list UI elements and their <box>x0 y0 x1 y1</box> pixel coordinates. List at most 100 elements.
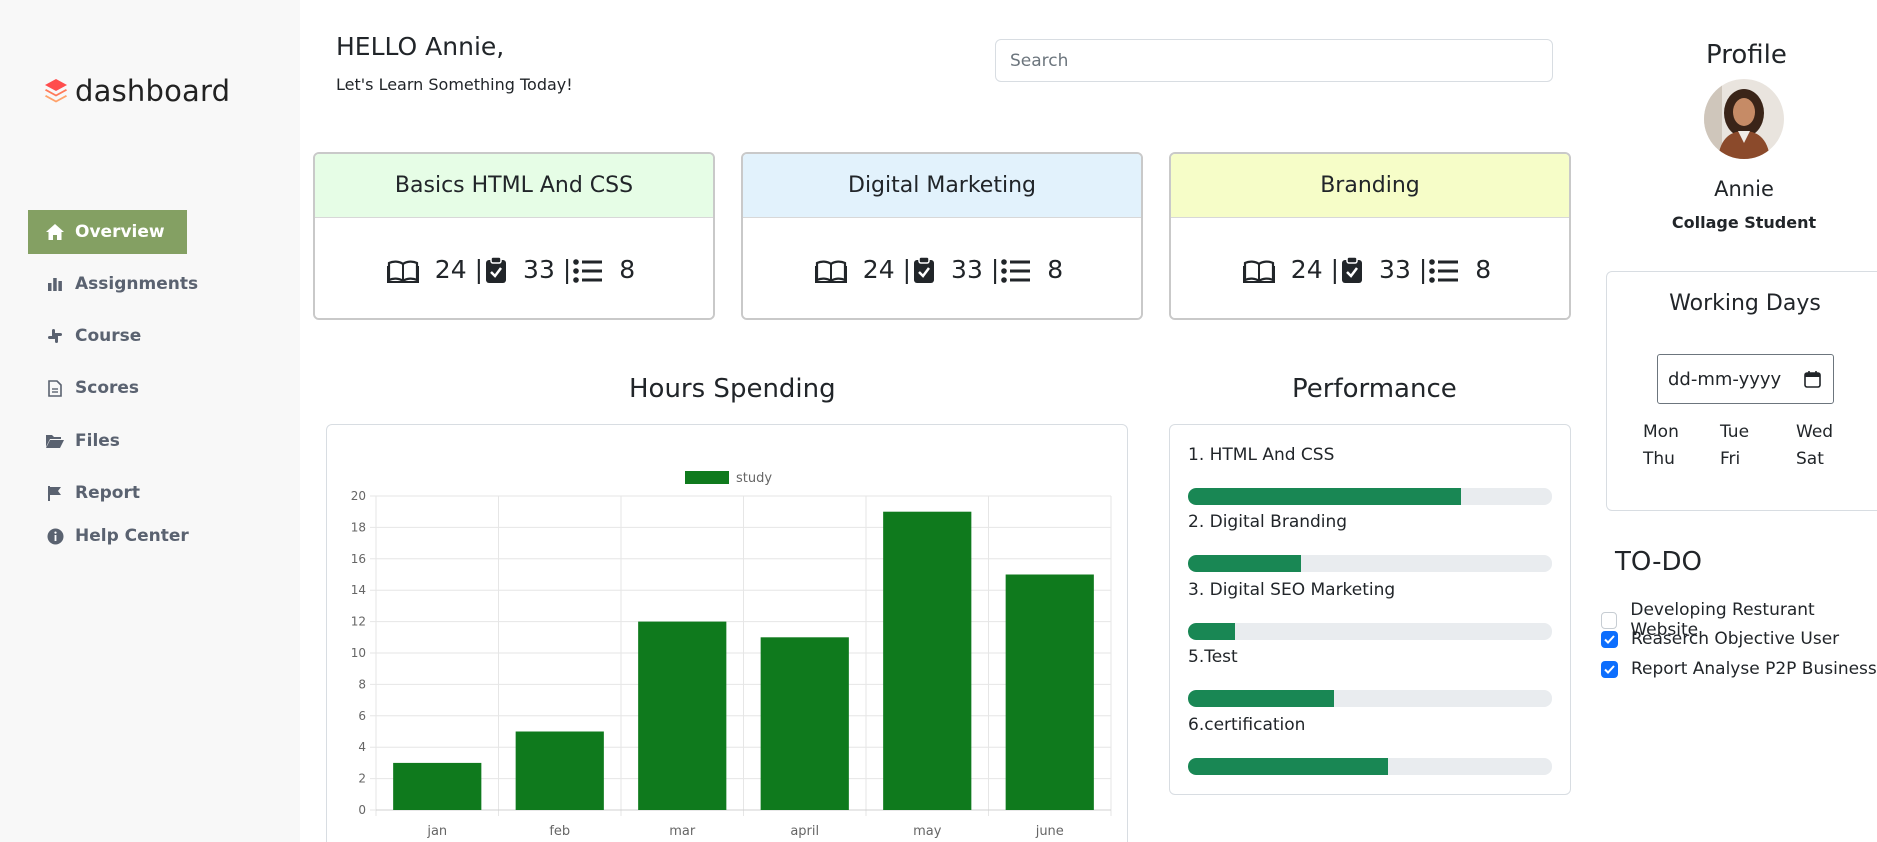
bar-chart-icon <box>45 274 65 294</box>
progress-track <box>1188 690 1552 707</box>
clipboard-check-icon <box>1341 254 1363 284</box>
legend-swatch <box>685 471 729 484</box>
assignments-count: 33 <box>1379 254 1411 284</box>
chart-bar <box>393 762 482 810</box>
sidebar-item-report[interactable]: Report <box>28 471 140 515</box>
chart-bar <box>1005 574 1094 810</box>
course-card-stats: 24 | 33 | 8 <box>1171 218 1569 318</box>
open-book-icon <box>385 255 420 284</box>
course-card-stats: 24 | 33 | 8 <box>315 218 713 318</box>
assignments-count: 33 <box>951 254 983 284</box>
day-label: Fri <box>1720 449 1741 469</box>
logo[interactable]: dashboard <box>43 74 230 108</box>
profile-name: Annie <box>1714 177 1774 201</box>
separator: | <box>990 254 1000 284</box>
progress-bar <box>1188 488 1461 505</box>
performance-label: 3. Digital SEO Marketing <box>1188 580 1396 600</box>
day-label: Wed <box>1796 422 1834 442</box>
day-label: Thu <box>1643 449 1675 469</box>
list-icon <box>573 255 603 284</box>
performance-label: 6.certification <box>1188 715 1306 735</box>
sidebar-item-label: Report <box>75 483 140 503</box>
assignments-count: 33 <box>523 254 555 284</box>
todo-checkbox[interactable] <box>1601 630 1618 648</box>
list-icon <box>1001 255 1031 284</box>
progress-track <box>1188 758 1552 775</box>
performance-title: Performance <box>1292 374 1457 404</box>
chart-bar <box>638 621 727 810</box>
course-card-title: Basics HTML And CSS <box>315 154 713 218</box>
home-icon <box>45 222 65 242</box>
separator: | <box>1418 254 1428 284</box>
progress-track <box>1188 623 1552 640</box>
calendar-icon[interactable] <box>1804 370 1821 388</box>
todo-checkbox[interactable] <box>1601 660 1618 678</box>
sidebar-item-label: Assignments <box>75 274 199 294</box>
day-label: Mon <box>1643 422 1679 442</box>
sidebar-item-scores[interactable]: Scores <box>28 366 139 410</box>
y-tick-label: 12 <box>351 615 366 629</box>
items-count: 8 <box>1047 254 1064 284</box>
progress-bar <box>1188 758 1389 775</box>
sidebar-item-course[interactable]: Course <box>28 314 141 358</box>
y-tick-label: 8 <box>358 677 366 691</box>
todo-label: Report Analyse P2P Business <box>1631 659 1877 679</box>
check-icon <box>1604 664 1615 674</box>
sidebar-item-label: Course <box>75 326 142 346</box>
progress-track <box>1188 488 1552 505</box>
open-book-icon <box>1241 255 1276 284</box>
hours-chart-container: 0 2 4 6 8 10 12 14 16 18 20 jan feb mar april may june st… <box>326 424 1128 842</box>
performance-panel: 1. HTML And CSS 2. Digital Branding 3. D… <box>1169 424 1571 795</box>
sidebar: dashboard Overview Assignments Course Sc… <box>0 0 300 842</box>
course-card[interactable]: Branding 24 | 33 | 8 <box>1169 152 1571 320</box>
sidebar-item-assignments[interactable]: Assignments <box>28 262 198 306</box>
lessons-count: 24 <box>862 254 895 284</box>
x-tick-label: jan <box>426 824 447 839</box>
progress-bar <box>1188 623 1236 640</box>
info-circle-icon <box>45 526 65 546</box>
logo-text: dashboard <box>75 74 231 108</box>
slack-icon <box>45 326 65 346</box>
y-tick-label: 16 <box>351 552 366 566</box>
y-tick-label: 10 <box>351 646 366 660</box>
y-tick-label: 18 <box>351 520 366 534</box>
flag-icon <box>45 483 65 503</box>
y-tick-label: 4 <box>358 740 366 754</box>
course-card[interactable]: Basics HTML And CSS 24 | 33 | 8 <box>313 152 715 320</box>
sidebar-item-help-center[interactable]: Help Center <box>28 514 189 558</box>
search-input[interactable] <box>995 39 1553 82</box>
todo-label: Reaserch Objective User <box>1631 629 1840 649</box>
progress-track <box>1188 555 1552 572</box>
course-card[interactable]: Digital Marketing 24 | 33 | 8 <box>741 152 1143 320</box>
todo-item: Reaserch Objective User <box>1601 629 1839 649</box>
y-tick-label: 2 <box>358 772 366 786</box>
sidebar-item-label: Overview <box>75 222 165 242</box>
chart-bar <box>515 731 604 810</box>
sidebar-item-overview[interactable]: Overview <box>28 210 187 254</box>
x-tick-label: feb <box>549 824 570 839</box>
greeting-subtitle: Let's Learn Something Today! <box>336 75 573 94</box>
todo-checkbox[interactable] <box>1601 611 1618 629</box>
separator: | <box>902 254 912 284</box>
hours-bar-chart: 0 2 4 6 8 10 12 14 16 18 20 jan feb mar april may june st… <box>351 471 1112 839</box>
hours-spending-title: Hours Spending <box>629 374 836 404</box>
y-tick-label: 0 <box>358 803 366 817</box>
sidebar-item-files[interactable]: Files <box>28 419 120 463</box>
course-card-title: Branding <box>1171 154 1569 218</box>
progress-bar <box>1188 690 1334 707</box>
sidebar-item-label: Help Center <box>75 526 189 546</box>
x-tick-label: mar <box>669 824 696 839</box>
date-input[interactable]: dd-mm-yyyy <box>1657 354 1834 404</box>
day-label: Sat <box>1796 449 1824 469</box>
separator: | <box>474 254 484 284</box>
y-tick-label: 14 <box>351 583 366 597</box>
performance-label: 5.Test <box>1188 647 1238 667</box>
greeting: HELLO Annie, <box>336 32 505 61</box>
open-book-icon <box>813 255 848 284</box>
folder-open-icon <box>45 431 65 451</box>
course-card-title: Digital Marketing <box>743 154 1141 218</box>
sidebar-item-label: Scores <box>75 378 140 398</box>
avatar[interactable] <box>1704 79 1784 159</box>
clipboard-check-icon <box>913 254 935 284</box>
day-label: Tue <box>1720 422 1750 442</box>
